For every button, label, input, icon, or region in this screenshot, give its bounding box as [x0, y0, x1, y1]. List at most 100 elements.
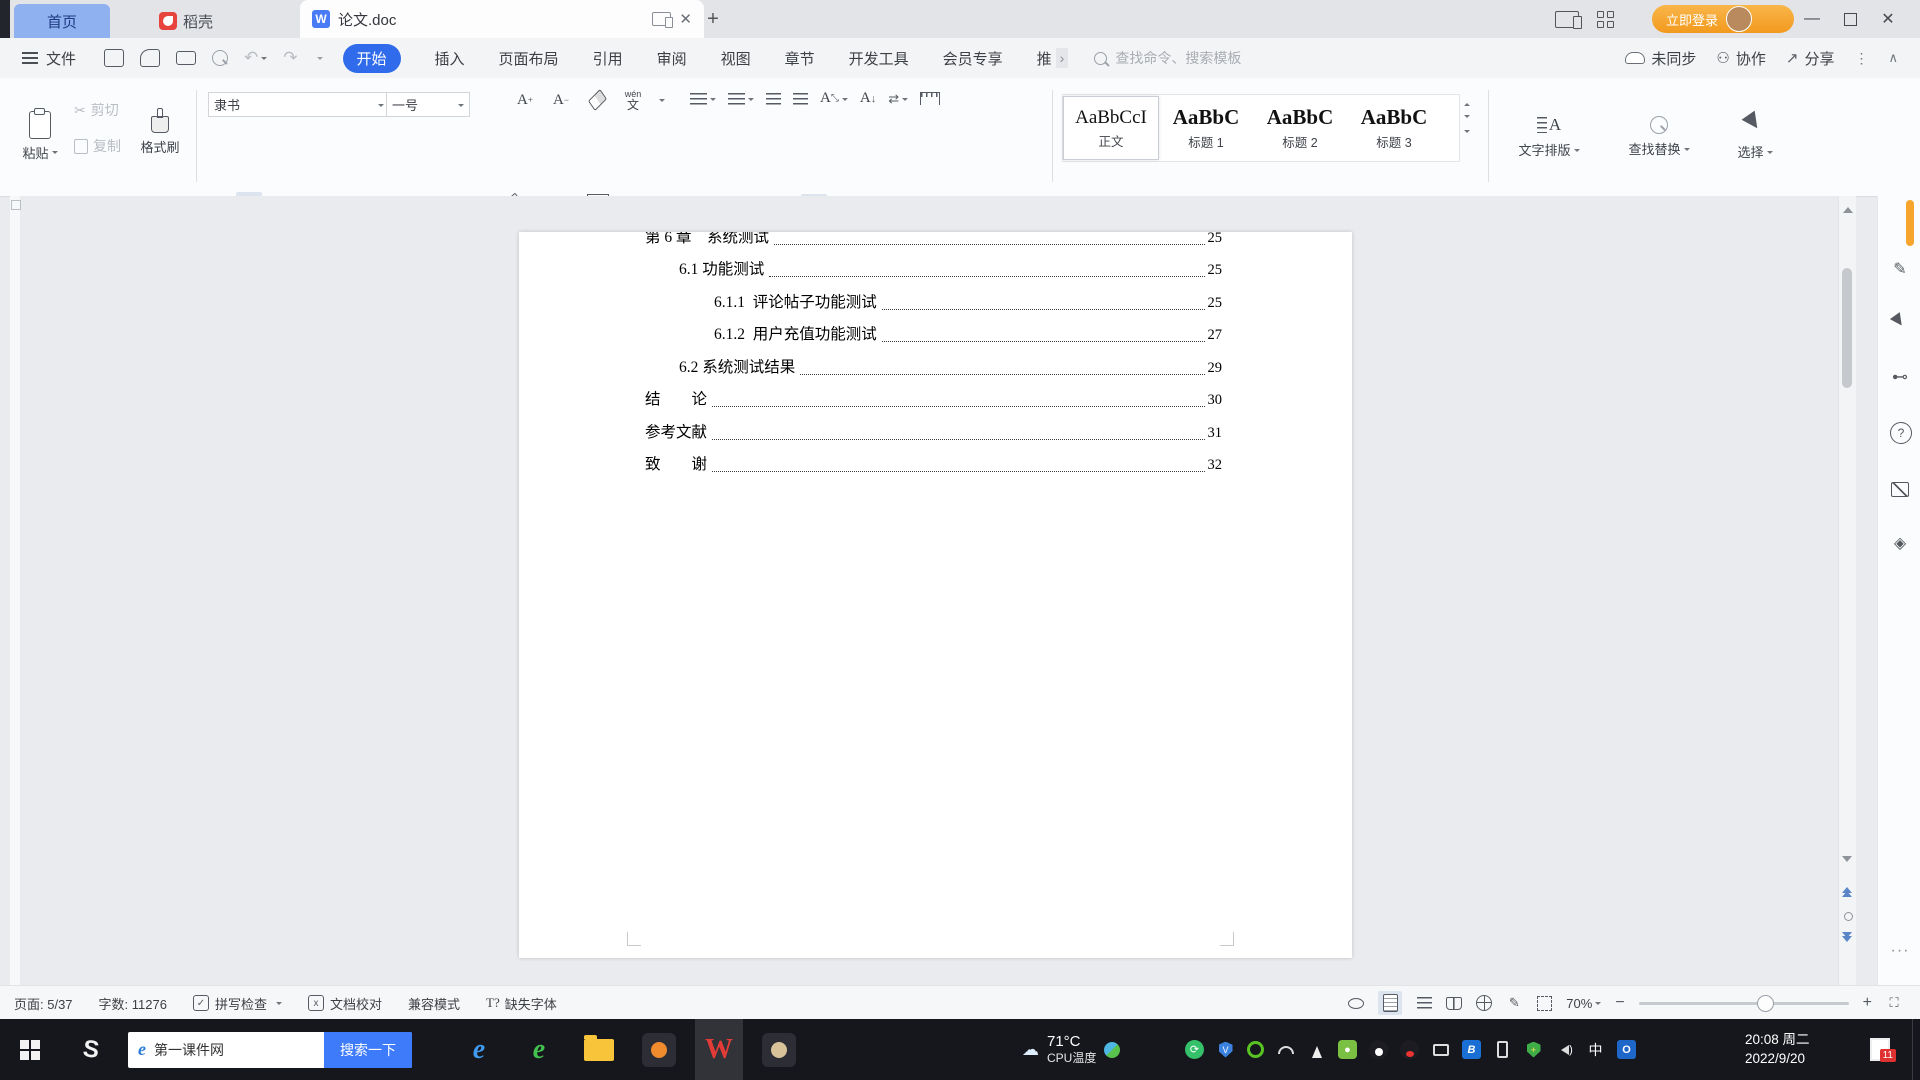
tab-dev-tools[interactable]: 开发工具	[849, 48, 909, 69]
scroll-up-icon[interactable]	[1842, 202, 1853, 213]
style-heading3[interactable]: AaBbC 标题 3	[1347, 97, 1441, 159]
close-window-button[interactable]: ✕	[1873, 4, 1903, 34]
notification-center-button[interactable]: 11	[1858, 1019, 1902, 1080]
pinyin-guide-button[interactable]: wén 文	[620, 88, 646, 112]
login-button[interactable]: 立即登录	[1652, 5, 1794, 33]
tab-home[interactable]: 首页	[14, 4, 110, 38]
previous-page-icon[interactable]	[1842, 882, 1852, 897]
taskbar-app2-button[interactable]	[755, 1019, 803, 1080]
zoom-slider[interactable]	[1638, 994, 1849, 1012]
tab-page-layout[interactable]: 页面布局	[499, 48, 559, 69]
spell-check-button[interactable]: ✓ 拼写检查	[192, 994, 282, 1013]
cpu-temp-widget[interactable]: ☁ 71°C CPU温度	[1022, 1019, 1121, 1080]
pinyin-dropdown[interactable]	[659, 99, 665, 105]
vertical-scrollbar[interactable]	[1838, 196, 1856, 985]
ocr-image-icon[interactable]	[1889, 478, 1911, 500]
missing-font-button[interactable]: T? 缺失字体	[486, 994, 557, 1013]
style-normal[interactable]: AaBbCcI 正文	[1063, 96, 1159, 160]
ring-tray-icon[interactable]	[1247, 1041, 1264, 1058]
print-icon[interactable]	[176, 51, 197, 65]
splitter-icon[interactable]: ⊷	[1889, 366, 1911, 388]
update-tray-icon[interactable]: ⟳	[1185, 1040, 1204, 1059]
increase-indent-icon[interactable]	[793, 92, 808, 105]
wifi-tray-icon[interactable]	[1276, 1040, 1295, 1059]
usb-tray-icon[interactable]	[1493, 1040, 1512, 1059]
font-size-select[interactable]: 一号	[386, 92, 470, 117]
format-painter-button[interactable]: 格式刷	[132, 88, 188, 184]
doc-proofing-button[interactable]: x 文档校对	[307, 994, 382, 1013]
ime-indicator[interactable]: 中	[1586, 1040, 1605, 1059]
page[interactable]: 第 6 章 系统测试 25 6.1 功能测试 25 6.1.1 评论帖子功能测试 25…	[519, 232, 1352, 958]
robot-tray-icon[interactable]: ●	[1338, 1040, 1357, 1059]
save-icon[interactable]	[104, 49, 125, 67]
help-icon[interactable]: ?	[1890, 422, 1912, 444]
outlook-tray-icon[interactable]: O	[1617, 1040, 1636, 1059]
sync-status[interactable]: 未同步	[1625, 48, 1696, 69]
taskbar-app1-button[interactable]	[635, 1019, 683, 1080]
volume-tray-icon[interactable]: )	[1555, 1040, 1574, 1059]
read-mode-icon[interactable]	[1446, 995, 1463, 1011]
print-preview-icon[interactable]	[212, 50, 229, 66]
document-canvas[interactable]: 第 6 章 系统测试 25 6.1 功能测试 25 6.1.1 评论帖子功能测试 25…	[10, 196, 1838, 985]
taskbar-ie-button[interactable]: e	[455, 1019, 503, 1080]
devices-icon[interactable]	[1555, 10, 1582, 29]
redo-icon[interactable]: ↷	[283, 48, 297, 68]
decrease-font-button[interactable]: A −	[548, 88, 574, 112]
scrollbar-thumb[interactable]	[1842, 268, 1852, 388]
cut-button[interactable]: ✂ 剪切	[74, 100, 119, 120]
fullscreen-icon[interactable]: ⛶	[1886, 995, 1902, 1011]
select-browse-object-icon[interactable]	[1844, 912, 1853, 921]
toc-row[interactable]: 致 谢 32	[519, 448, 1222, 481]
fit-page-icon[interactable]	[1536, 995, 1552, 1011]
tabs-ruler-icon[interactable]	[920, 92, 941, 105]
apps-grid-icon[interactable]	[1597, 10, 1614, 28]
text-typeset-button[interactable]: A 文字排版	[1506, 90, 1592, 184]
toc-row[interactable]: 6.2 系统测试结果 29	[519, 350, 1222, 383]
taskbar-browser-button[interactable]: e	[515, 1019, 563, 1080]
zoom-out-icon[interactable]: −	[1615, 994, 1624, 1012]
start-button[interactable]	[0, 1019, 60, 1080]
paragraph-direction-button[interactable]: ⇄	[888, 91, 909, 107]
bluetooth-tray-icon[interactable]: B	[1462, 1040, 1481, 1059]
font-name-select[interactable]: 隶书	[208, 92, 390, 117]
taskbar-wps-button[interactable]: W	[695, 1019, 743, 1080]
ink-pencil-icon[interactable]: ✎	[1506, 995, 1522, 1011]
chevron-right-icon[interactable]: ›	[1055, 48, 1069, 68]
undo-icon[interactable]: ↶	[244, 48, 258, 68]
taskbar-search-button[interactable]: 搜索一下	[324, 1031, 412, 1068]
taskbar-clock[interactable]: 20:08 周二 2022/9/20	[1745, 1019, 1810, 1080]
toc-row[interactable]: 6.1 功能测试 25	[519, 253, 1222, 286]
word-count[interactable]: 字数: 11276	[99, 994, 167, 1013]
collaborate-button[interactable]: ⚇ 协作	[1716, 48, 1765, 69]
text-direction-button[interactable]: A ⤡	[820, 90, 848, 107]
gallery-down-icon[interactable]	[1464, 115, 1470, 121]
zoom-in-icon[interactable]: +	[1863, 994, 1872, 1012]
quickbar-more-icon[interactable]	[316, 57, 323, 63]
style-heading2[interactable]: AaBbC 标题 2	[1253, 97, 1347, 159]
print-layout-view-icon[interactable]	[1378, 991, 1403, 1015]
collapse-ribbon-icon[interactable]: ∧	[1888, 50, 1898, 66]
tab-start[interactable]: 开始	[342, 43, 401, 73]
taskbar-explorer-button[interactable]	[575, 1019, 623, 1080]
tab-docer[interactable]: 稻壳	[116, 4, 256, 38]
tab-view[interactable]: 视图	[721, 48, 751, 69]
qq-tray-icon[interactable]	[1369, 1040, 1388, 1059]
export-icon[interactable]	[140, 49, 161, 67]
zoom-slider-thumb[interactable]	[1756, 994, 1774, 1012]
location-icon[interactable]: ◈	[1889, 532, 1911, 554]
tab-document[interactable]: W 论文.doc ✕	[300, 0, 704, 38]
compatibility-mode[interactable]: 兼容模式	[408, 994, 460, 1013]
paste-button[interactable]: 粘贴	[14, 88, 66, 184]
numbered-list-button[interactable]	[728, 92, 754, 105]
page-indicator[interactable]: 页面: 5/37	[14, 994, 73, 1013]
decrease-indent-icon[interactable]	[766, 92, 781, 105]
sort-button[interactable]: A ↓	[860, 90, 876, 107]
bullet-list-button[interactable]	[690, 92, 716, 105]
clear-format-icon[interactable]	[584, 88, 610, 112]
new-tab-button[interactable]: +	[700, 6, 726, 32]
web-layout-icon[interactable]	[1476, 995, 1493, 1011]
more-dots-icon[interactable]: ···	[1889, 940, 1911, 962]
next-page-icon[interactable]	[1842, 932, 1852, 947]
toc-row[interactable]: 6.1.1 评论帖子功能测试 25	[519, 285, 1222, 318]
tab-references[interactable]: 引用	[593, 48, 623, 69]
